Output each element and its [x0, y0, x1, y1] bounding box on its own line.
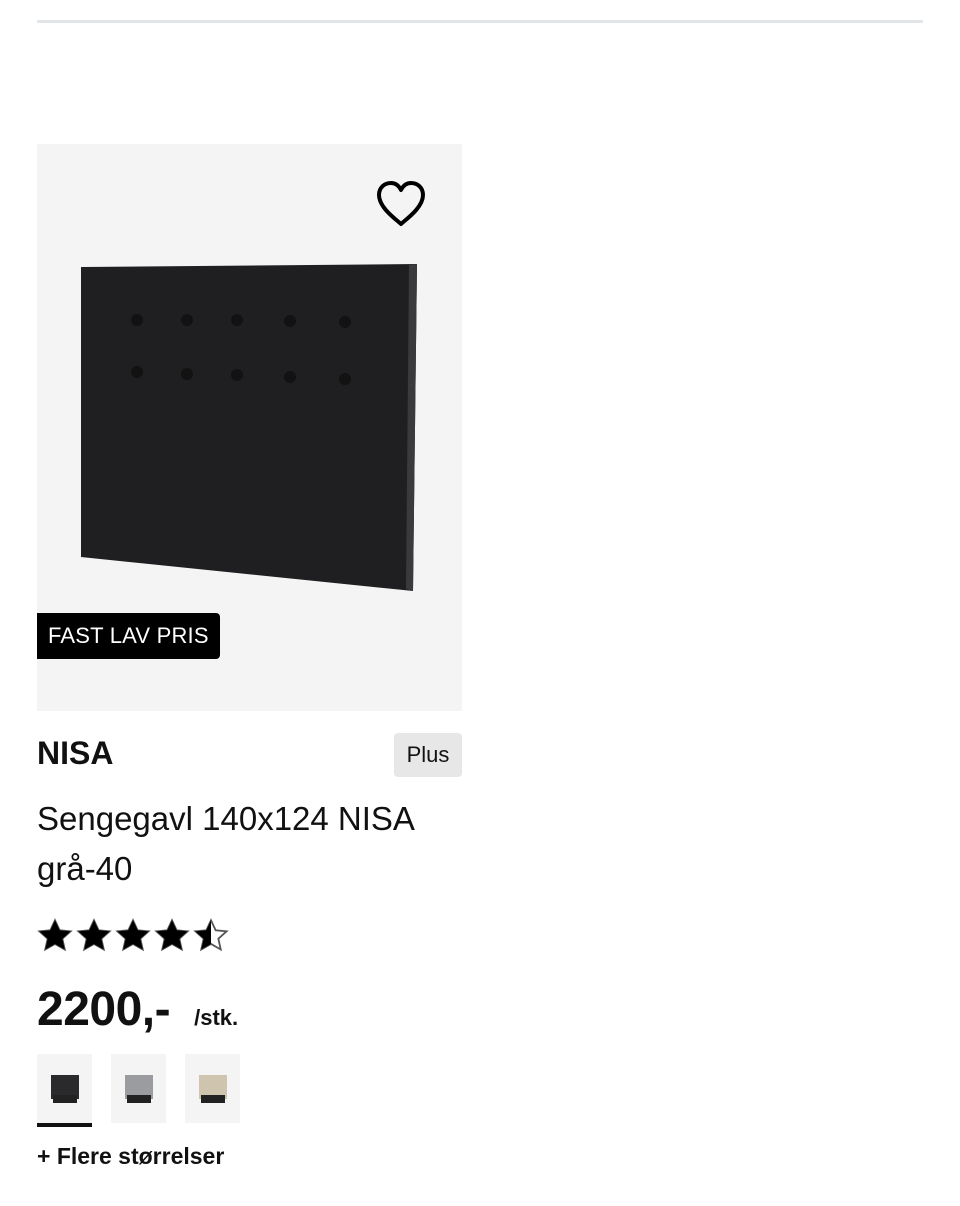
product-description[interactable]: Sengegavl 140x124 NISA grå-40 [37, 794, 462, 894]
more-sizes-link[interactable]: + Flere størrelser [37, 1143, 224, 1170]
fixed-low-price-badge: FAST LAV PRIS [37, 613, 220, 659]
swatch-thumbnail [37, 1054, 92, 1123]
top-divider [37, 20, 923, 23]
star-half-icon [193, 918, 229, 954]
star-full-icon [37, 918, 73, 954]
headboard-image [77, 262, 422, 592]
rating-stars [37, 916, 462, 956]
star-full-icon [115, 918, 151, 954]
product-brand[interactable]: NISA [37, 735, 113, 772]
favorite-heart-icon[interactable] [375, 180, 427, 228]
selected-indicator [37, 1123, 92, 1127]
color-swatches [37, 1054, 462, 1127]
product-image-area[interactable]: FAST LAV PRIS [37, 144, 462, 711]
star-full-icon [76, 918, 112, 954]
swatch-thumbnail [185, 1054, 240, 1123]
swatch-thumbnail [111, 1054, 166, 1123]
product-card[interactable]: FAST LAV PRIS NISA Plus Sengegavl 140x12… [37, 144, 462, 1170]
price-unit: /stk. [194, 1005, 239, 1030]
product-price: 2200,- [37, 983, 171, 1036]
color-swatch[interactable] [37, 1054, 92, 1127]
star-full-icon [154, 918, 190, 954]
color-swatch[interactable] [185, 1054, 240, 1127]
color-swatch[interactable] [111, 1054, 166, 1127]
plus-badge: Plus [394, 733, 462, 777]
